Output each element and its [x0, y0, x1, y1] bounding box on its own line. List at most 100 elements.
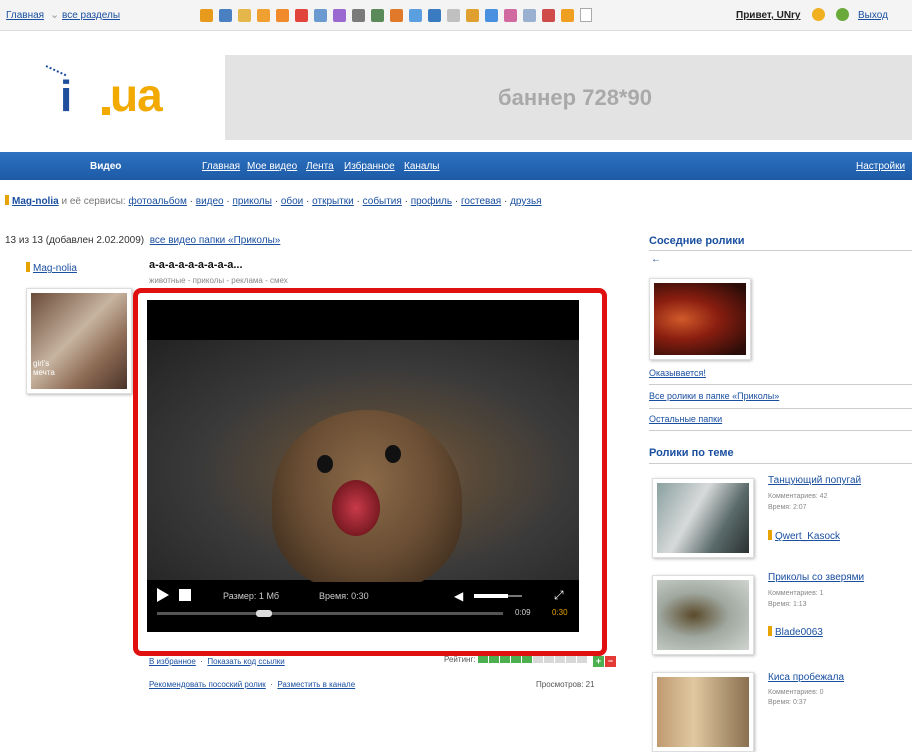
- current-time: 0:09: [515, 608, 531, 617]
- service-link-jokes[interactable]: приколы: [233, 196, 272, 207]
- author-avatar[interactable]: girl's мечта: [26, 288, 132, 394]
- play-icon[interactable]: [157, 588, 169, 602]
- photo-icon[interactable]: [219, 8, 232, 22]
- related-item-thumb[interactable]: [652, 478, 754, 558]
- related-item-thumb[interactable]: [652, 575, 754, 655]
- service-link-events[interactable]: события: [363, 196, 402, 207]
- video-icon[interactable]: [371, 8, 384, 22]
- smile-icon[interactable]: [812, 8, 825, 21]
- service-link-wallpapers[interactable]: обои: [281, 196, 303, 207]
- rate-down-button[interactable]: −: [605, 656, 617, 667]
- fullscreen-icon[interactable]: ⤢: [554, 588, 564, 603]
- top-toolbar: Главная ⌄ все разделы Привет, UNry Выход: [0, 0, 912, 31]
- other-folders-link[interactable]: Остальные папки: [649, 414, 722, 424]
- rate-up-button[interactable]: +: [593, 656, 605, 667]
- logo-i: i: [60, 72, 73, 121]
- nav-home[interactable]: Главная: [202, 161, 240, 172]
- gift-icon[interactable]: [466, 8, 479, 22]
- mail-icon[interactable]: [200, 8, 213, 22]
- video-frame[interactable]: [147, 340, 579, 590]
- video-duration: Время: 0:30: [319, 591, 369, 601]
- blog-icon[interactable]: [485, 8, 498, 22]
- service-link-photo[interactable]: фотоальбом: [129, 196, 187, 207]
- related-item-comments: Комментариев: 42: [768, 493, 828, 500]
- rating-bar: [565, 656, 576, 663]
- related-item-user-link[interactable]: Blade0063: [775, 627, 823, 638]
- rating-bar: [488, 656, 499, 663]
- related-item-title[interactable]: Киса пробежала: [768, 672, 844, 683]
- games-icon[interactable]: [276, 8, 289, 22]
- nav-settings[interactable]: Настройки: [856, 161, 905, 172]
- friends-icon[interactable]: [504, 8, 517, 22]
- video-info-row: 13 из 13 (добавлен 2.02.2009) все видео …: [5, 235, 280, 246]
- nav-favorites[interactable]: Избранное: [344, 161, 395, 172]
- neighbors-divider: [649, 250, 912, 251]
- all-folder-videos-link[interactable]: Все ролики в папке «Приколы»: [649, 391, 779, 401]
- grid-icon[interactable]: [523, 8, 536, 22]
- rating-label: Рейтинг:: [444, 655, 476, 664]
- folder-videos-link[interactable]: все видео папки «Приколы»: [150, 235, 281, 246]
- author-name-link[interactable]: Mag-nolia: [33, 263, 77, 274]
- neighbor-video-link[interactable]: Оказывается!: [649, 368, 706, 378]
- seek-handle[interactable]: [256, 610, 272, 617]
- all-sections-link[interactable]: все разделы: [62, 10, 120, 21]
- related-item-title[interactable]: Приколы со зверями: [768, 572, 864, 583]
- author-avatar-caption: girl's мечта: [33, 359, 55, 377]
- site-logo[interactable]: i ua: [30, 55, 210, 125]
- neighbor-divider: [649, 384, 912, 385]
- rating-bars: [477, 655, 588, 664]
- service-link-video[interactable]: видео: [196, 196, 224, 207]
- news-icon[interactable]: [257, 8, 270, 22]
- recommend-link[interactable]: Рекомендовать посоский ролик: [149, 680, 266, 689]
- related-item-user: Blade0063: [768, 626, 823, 638]
- related-user-pin-icon: [768, 626, 772, 636]
- heart-icon[interactable]: [295, 8, 308, 22]
- service-link-cards[interactable]: открытки: [312, 196, 354, 207]
- video-actions-row: В избранное · Показать код ссылки: [149, 657, 285, 666]
- related-item-user-link[interactable]: Qwert_Kasock: [775, 531, 840, 542]
- nav-feed[interactable]: Лента: [306, 161, 334, 172]
- music-icon[interactable]: [238, 8, 251, 22]
- related-item-title[interactable]: Танцующий попугай: [768, 475, 861, 486]
- author-block: Mag-nolia: [26, 262, 77, 274]
- stop-icon[interactable]: [179, 589, 191, 601]
- service-link-friends[interactable]: друзья: [510, 196, 542, 207]
- nav-section-video[interactable]: Видео: [90, 161, 121, 172]
- status-icon[interactable]: [836, 8, 849, 21]
- nav-my-video[interactable]: Мое видео: [247, 161, 297, 172]
- home-link[interactable]: Главная: [6, 10, 44, 21]
- greeting-link[interactable]: Привет, UNry: [736, 10, 801, 21]
- logout-link[interactable]: Выход: [858, 10, 888, 21]
- related-item-thumb[interactable]: [652, 672, 754, 752]
- dropdown-icon[interactable]: ⌄: [50, 8, 59, 21]
- service-link-profile[interactable]: профиль: [411, 196, 452, 207]
- user-name-link[interactable]: Mag-nolia: [12, 196, 59, 207]
- ad-banner[interactable]: баннер 728*90: [225, 55, 912, 140]
- neighbors-heading: Соседние ролики: [649, 235, 745, 247]
- prev-arrow-icon[interactable]: ←: [651, 254, 661, 265]
- related-item-user: Qwert_Kasock: [768, 530, 840, 542]
- page-icon[interactable]: [580, 8, 592, 22]
- globe-icon[interactable]: [333, 8, 346, 22]
- calendar-icon[interactable]: [352, 8, 365, 22]
- video-counter: 13 из 13 (добавлен 2.02.2009): [5, 235, 145, 246]
- service-link-guestbook[interactable]: гостевая: [461, 196, 501, 207]
- weather-icon[interactable]: [409, 8, 422, 22]
- video-player[interactable]: Размер: 1 Мб Время: 0:30 ◀ ⤢ 0:09 0:30: [147, 300, 579, 632]
- volume-icon[interactable]: ◀: [454, 589, 463, 603]
- list-icon[interactable]: [447, 8, 460, 22]
- seek-bar[interactable]: [157, 612, 503, 615]
- nav-channels[interactable]: Каналы: [404, 161, 440, 172]
- post-channel-link[interactable]: Разместить в канале: [277, 680, 355, 689]
- show-code-link[interactable]: Показать код ссылки: [207, 657, 284, 666]
- add-favorite-link[interactable]: В избранное: [149, 657, 196, 666]
- pen-icon[interactable]: [428, 8, 441, 22]
- neighbor-video-thumb[interactable]: [649, 278, 751, 360]
- pin-icon[interactable]: [542, 8, 555, 22]
- bookmark-icon[interactable]: [390, 8, 403, 22]
- video-tags[interactable]: животные - приколы - реклама - смех: [149, 276, 288, 285]
- user-icon[interactable]: [561, 8, 574, 22]
- logo-ua: ua: [110, 69, 163, 121]
- logo-dot: [102, 107, 110, 115]
- chat-icon[interactable]: [314, 8, 327, 22]
